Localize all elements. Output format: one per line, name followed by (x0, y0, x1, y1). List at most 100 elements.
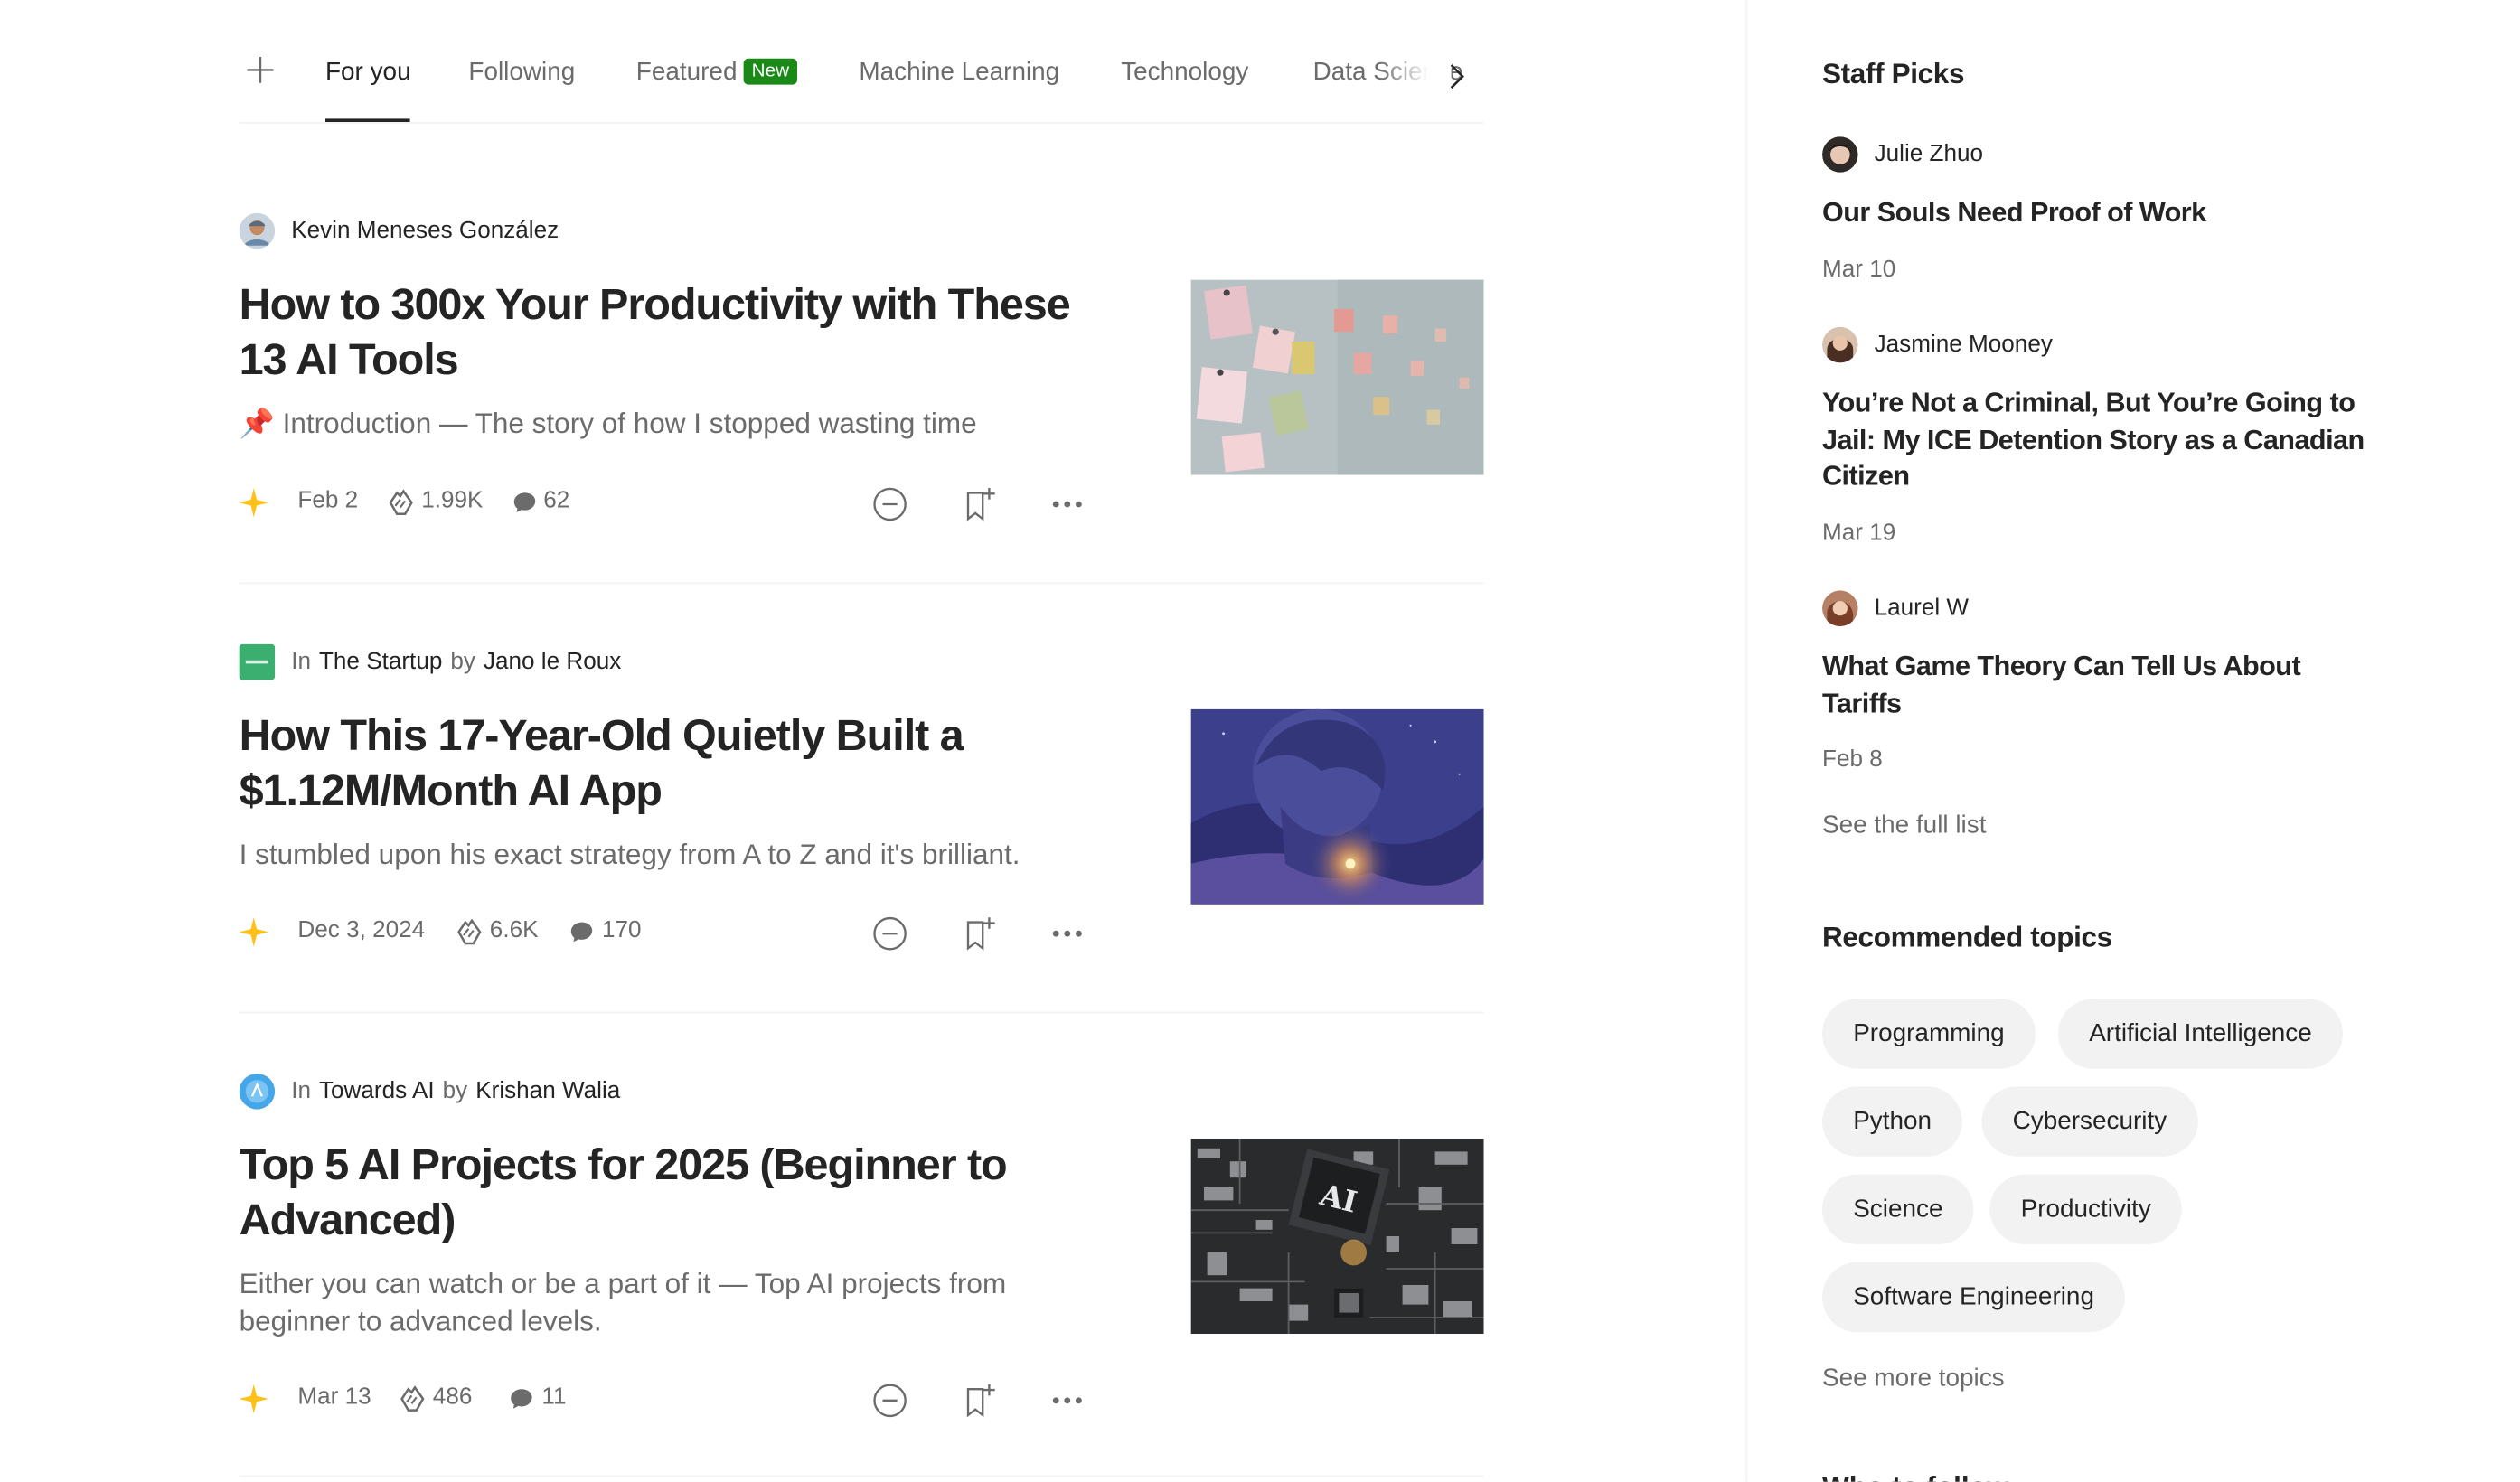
article-subtitle[interactable]: Either you can watch or be a part of it … (240, 1265, 1053, 1340)
bookmark-add-icon[interactable] (962, 1383, 998, 1419)
article-subtitle[interactable]: I stumbled upon his exact strategy from … (240, 836, 1086, 873)
pick-title[interactable]: You’re Not a Criminal, But You’re Going … (1822, 386, 2384, 496)
tab-featured[interactable]: Featured New (635, 58, 798, 88)
bookmark-add-icon[interactable] (962, 915, 998, 952)
response-count: 11 (541, 1384, 567, 1411)
topic-chip-python[interactable]: Python (1822, 1086, 1963, 1157)
more-options-icon[interactable] (1049, 1383, 1086, 1419)
article-meta: Dec 3, 2024 6.6K 170 (239, 915, 1094, 951)
publish-date: Feb 2 (297, 488, 359, 514)
publication-name[interactable]: Towards AI (319, 1078, 435, 1104)
pick-date: Mar 10 (1822, 257, 1896, 284)
more-options-icon[interactable] (1049, 486, 1086, 522)
response-count: 170 (602, 917, 642, 943)
see-more-topics-link[interactable]: See more topics (1822, 1365, 2005, 1393)
member-star-icon (239, 488, 268, 518)
sticky-notes-wall-photo[interactable] (1190, 279, 1484, 475)
bookmark-add-icon[interactable] (962, 486, 998, 522)
publish-date: Dec 3, 2024 (297, 917, 426, 943)
topic-chip-productivity[interactable]: Productivity (1989, 1174, 2183, 1244)
topic-chip-software-engineering[interactable]: Software Engineering (1822, 1262, 2126, 1333)
clap-count: 1.99K (421, 488, 484, 514)
staff-picks-heading: Staff Picks (1822, 57, 1965, 89)
who-to-follow-heading: Who to follow (1822, 1468, 2017, 1482)
response-count: 62 (543, 488, 570, 514)
tab-featured-label: Featured (635, 58, 738, 87)
pick-author-name: Julie Zhuo (1874, 141, 1984, 168)
pushpin-icon: 📌 (239, 407, 275, 439)
new-badge: New (743, 58, 798, 85)
member-star-icon (239, 917, 268, 947)
article-title[interactable]: How This 17-Year-Old Quietly Built a $1.… (240, 708, 1094, 818)
article-meta: Mar 13 486 11 (239, 1383, 1094, 1418)
article-divider (239, 1475, 1484, 1477)
article-title[interactable]: Top 5 AI Projects for 2025 (Beginner to … (240, 1137, 1094, 1247)
publish-date: Mar 13 (297, 1384, 371, 1411)
tab-technology[interactable]: Technology (1121, 59, 1248, 88)
clap-icon (457, 918, 482, 945)
author-name[interactable]: Krishan Walia (475, 1078, 620, 1104)
article-title[interactable]: How to 300x Your Productivity with These… (240, 277, 1094, 387)
in-label: In (291, 1078, 311, 1105)
publication-name[interactable]: The Startup (319, 649, 442, 675)
chevron-right-icon[interactable] (1444, 61, 1467, 90)
tab-following[interactable]: Following (468, 59, 575, 88)
boy-with-glowing-light-illustration[interactable] (1190, 708, 1484, 905)
show-less-icon[interactable] (872, 1383, 908, 1419)
author-name[interactable]: Kevin Meneses González (291, 218, 559, 244)
show-less-icon[interactable] (872, 486, 908, 522)
article-byline: Kevin Meneses González (239, 211, 568, 250)
member-star-icon (239, 1384, 268, 1414)
pick-date: Feb 8 (1822, 746, 1883, 773)
in-label: In (291, 649, 311, 675)
article-byline: In The Startup by Jano le Roux (239, 643, 630, 681)
publication-logo[interactable] (239, 1074, 276, 1110)
author-name[interactable]: Jano le Roux (484, 649, 621, 675)
publication-logo[interactable] (239, 643, 276, 680)
who-to-follow-text: Who to follow (1822, 1470, 2008, 1482)
article-meta: Feb 2 1.99K 62 (239, 486, 1094, 522)
sidebar-divider (1745, 0, 1748, 1482)
active-tab-underline (325, 118, 410, 122)
recommended-topics-heading: Recommended topics (1822, 920, 2112, 953)
response-icon (511, 1389, 532, 1409)
pick-author[interactable]: Julie Zhuo (1822, 135, 1983, 174)
topic-chip-cybersecurity[interactable]: Cybersecurity (1981, 1086, 2198, 1157)
topic-chip-programming[interactable]: Programming (1822, 999, 2036, 1069)
pick-author[interactable]: Jasmine Mooney (1822, 325, 2053, 364)
ai-chip-circuit-board-photo[interactable]: AI (1190, 1139, 1484, 1334)
pick-title[interactable]: Our Souls Need Proof of Work (1822, 195, 2384, 232)
author-avatar[interactable] (239, 212, 276, 249)
article-byline: In Towards AI by Krishan Walia (239, 1072, 629, 1111)
pick-author-name: Jasmine Mooney (1874, 332, 2053, 358)
pick-author-name: Laurel W (1874, 595, 1970, 622)
more-options-icon[interactable] (1049, 915, 1086, 952)
article-subtitle[interactable]: 📌 Introduction — The story of how I stop… (240, 405, 1086, 442)
article-subtitle-text: Introduction — The story of how I stoppe… (282, 407, 977, 439)
show-less-icon[interactable] (872, 915, 908, 952)
author-avatar (1822, 590, 1858, 626)
feed-tabs: For you Following Featured New Machine Le… (239, 0, 1484, 124)
tab-for-you[interactable]: For you (325, 59, 411, 88)
pick-author[interactable]: Laurel W (1822, 589, 1969, 628)
main-feed: For you Following Featured New Machine Le… (239, 0, 1484, 1482)
pick-date: Mar 19 (1822, 521, 1896, 547)
article-divider (239, 1011, 1484, 1014)
topic-chip-science[interactable]: Science (1822, 1174, 1974, 1244)
clap-count: 6.6K (489, 917, 539, 943)
clap-icon (400, 1385, 425, 1412)
by-label: by (442, 1078, 468, 1105)
response-icon (570, 922, 593, 943)
pick-title[interactable]: What Game Theory Can Tell Us About Tarif… (1822, 649, 2384, 722)
clap-count: 486 (432, 1384, 473, 1411)
article-divider (239, 582, 1484, 585)
tab-machine-learning[interactable]: Machine Learning (859, 59, 1059, 88)
clap-icon (389, 489, 413, 516)
author-avatar (1822, 326, 1858, 363)
plus-icon[interactable] (246, 55, 275, 84)
topic-chip-artificial-intelligence[interactable]: Artificial Intelligence (2058, 999, 2343, 1069)
response-icon (513, 492, 536, 512)
tabs-fade-overlay (1378, 49, 1452, 98)
see-full-list-link[interactable]: See the full list (1822, 811, 1986, 840)
by-label: by (450, 649, 475, 675)
